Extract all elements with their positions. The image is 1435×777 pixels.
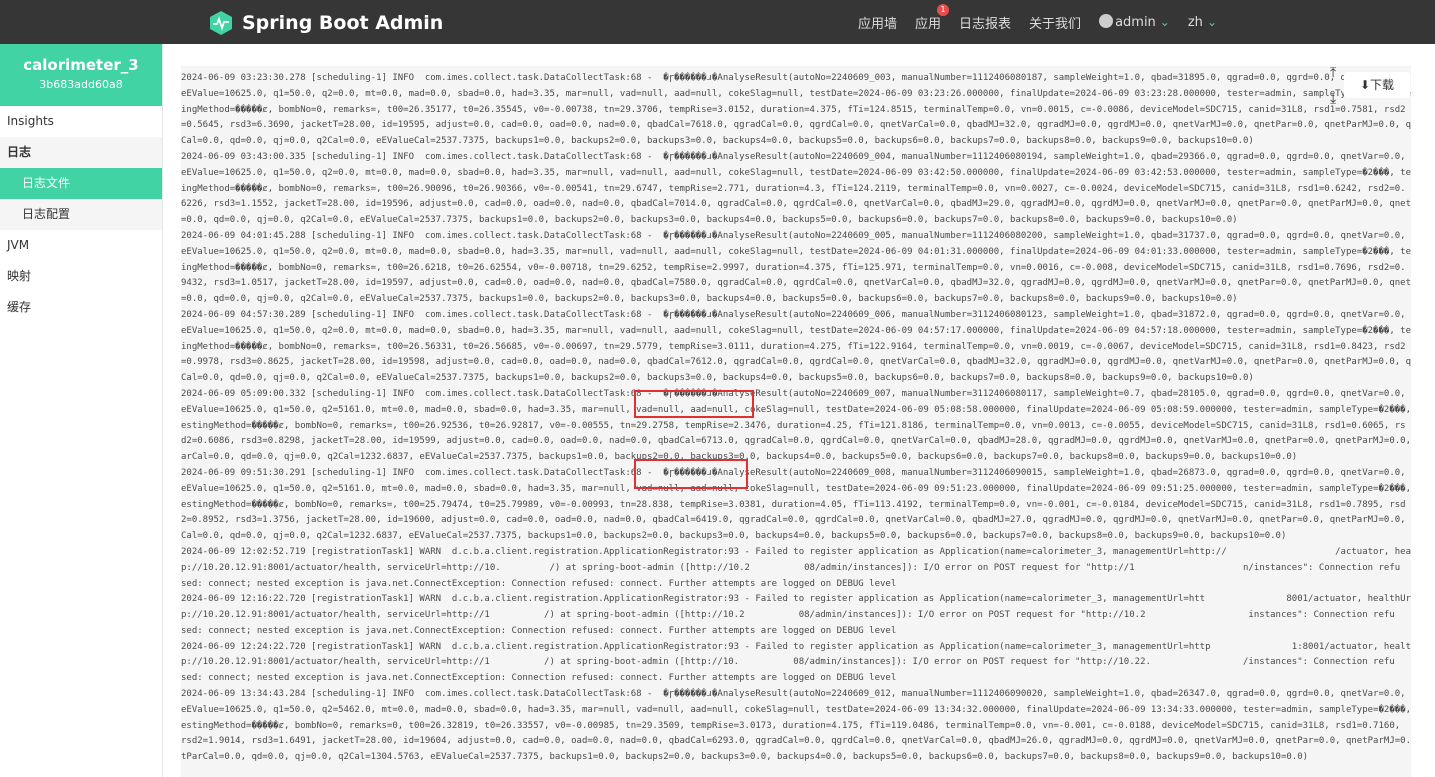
log-line: tParCal=0.0, qd=0.0, qj=0.0, q2Cal=1304.… [181, 752, 1309, 763]
user-name: admin [1115, 15, 1156, 30]
log-line: 2024-06-09 04:01:45.288 [scheduling-1] I… [181, 230, 1406, 241]
sidebar: calorimeter_3 3b683add60a8 Insights 日志 日… [0, 44, 163, 777]
log-line: 2024-06-09 05:09:00.332 [scheduling-1] I… [181, 388, 1406, 399]
log-line: eEValue=10625.0, q1=50.0, q2=5161.0, mt=… [181, 483, 1411, 494]
log-line: 2024-06-09 12:24:22.720 [registrationTas… [181, 641, 1411, 652]
scroll-to-bottom-icon[interactable]: ⤓ [1330, 90, 1336, 107]
log-line: eEValue=10625.0, q1=50.0, q2=0.0, mt=0.0… [181, 88, 1411, 99]
log-line: sed: connect; nested exception is java.n… [181, 625, 897, 636]
notification-badge: 1 [937, 3, 950, 16]
sidebar-item-insights[interactable]: Insights [0, 106, 162, 137]
log-line: 2024-06-09 12:16:22.720 [registrationTas… [181, 594, 1411, 605]
log-line: =0.0, qd=0.0, qj=0.0, q2Cal=0.0, eEValue… [181, 294, 1238, 305]
highlight-box [634, 459, 748, 489]
app-id: 3b683add60a8 [39, 78, 123, 91]
log-line: 9432, rsd3=1.0517, jacketT=28.00, id=195… [181, 278, 1411, 289]
log-line: 2024-06-09 04:57:30.289 [scheduling-1] I… [181, 309, 1406, 320]
chevron-down-icon: ⌄ [1206, 14, 1217, 29]
log-line: ingMethod=�����ȼ, bombNo=0, remarks=, t0… [181, 183, 1406, 194]
top-nav: 应用墙 应用 1 日志报表 关于我们 admin ⌄ zh ⌄ [840, 0, 1217, 44]
app-header: calorimeter_3 3b683add60a8 [0, 44, 162, 106]
log-line: arCal=0.0, qd=0.0, qj=0.0, q2Cal=1232.68… [181, 452, 1298, 463]
log-line: ingMethod=�����ȼ, bombNo=0, remarks=, t0… [181, 104, 1406, 115]
nav-log-report[interactable]: 日志报表 [959, 13, 1011, 32]
log-line: 2024-06-09 03:23:30.278 [scheduling-1] I… [181, 73, 1406, 83]
log-line: =0.5645, rsd3=6.3690, jacketT=28.00, id=… [181, 120, 1411, 131]
log-line: p://10.20.12.91:8001/actuator/health, se… [181, 562, 1401, 573]
app-name: calorimeter_3 [23, 56, 139, 74]
log-content: 2024-06-09 03:23:30.278 [scheduling-1] I… [181, 71, 1411, 766]
scroll-to-top-icon[interactable]: ⤒ [1330, 64, 1336, 81]
sidebar-item-mappings[interactable]: 映射 [0, 261, 162, 292]
log-line: d2=0.6086, rsd3=0.8298, jacketT=28.00, i… [181, 436, 1411, 447]
log-line: estingMethod=�����ȼ, bombNo=0, remarks=0… [181, 720, 1401, 731]
log-line: Cal=0.0, qd=0.0, qj=0.0, q2Cal=0.0, eEVa… [181, 373, 1254, 384]
highlight-box [634, 390, 754, 418]
log-line: Cal=0.0, qd=0.0, qj=0.0, q2Cal=1232.6837… [181, 531, 1287, 542]
download-label: 下载 [1370, 78, 1395, 92]
download-button[interactable]: ⬇下载 [1344, 72, 1410, 98]
sidebar-item-log-config[interactable]: 日志配置 [0, 199, 162, 230]
user-icon [1099, 14, 1114, 28]
log-line: estingMethod=�����ȼ, bombNo=0, remarks=,… [181, 420, 1406, 431]
log-line: eEValue=10625.0, q1=50.0, q2=5161.0, mt=… [181, 404, 1411, 415]
log-line: eEValue=10625.0, q1=50.0, q2=0.0, mt=0.0… [181, 167, 1411, 178]
log-line: 2024-06-09 12:02:52.719 [registrationTas… [181, 546, 1411, 557]
nav-applications[interactable]: 应用 1 [915, 3, 950, 32]
log-line: ingMethod=�����ȼ, bombNo=0, remarks=, t0… [181, 341, 1406, 352]
log-line: estingMethod=�����ȼ, bombNo=0, remarks=,… [181, 499, 1406, 510]
log-line: 2024-06-09 03:43:00.335 [scheduling-1] I… [181, 151, 1406, 162]
language-label: zh [1187, 14, 1203, 30]
sidebar-item-jvm[interactable]: JVM [0, 230, 162, 261]
log-line: 6226, rsd3=1.1552, jacketT=28.00, id=195… [181, 199, 1411, 210]
log-line: rsd2=1.9014, rsd3=1.6491, jacketT=28.00,… [181, 736, 1411, 747]
nav-applications-label: 应用 [915, 16, 942, 32]
log-line: Cal=0.0, qd=0.0, qj=0.0, q2Cal=0.0, eEVa… [181, 136, 1254, 147]
log-line: eEValue=10625.0, q1=50.0, q2=0.0, mt=0.0… [181, 325, 1411, 336]
log-line: =0.0, qd=0.0, qj=0.0, q2Cal=0.0, eEValue… [181, 215, 1238, 226]
download-icon: ⬇ [1359, 78, 1371, 92]
log-line: p://10.20.12.91:8001/actuator/health, se… [181, 610, 1395, 621]
log-line: p://10.20.12.91:8001/actuator/health, se… [181, 657, 1395, 668]
log-line: 2024-06-09 13:34:43.284 [scheduling-1] I… [181, 689, 1406, 700]
log-toolbar: ⤒ ⬇下载 ⤓ [1322, 60, 1412, 110]
sidebar-item-logging[interactable]: 日志 [0, 137, 162, 168]
nav-about-us[interactable]: 关于我们 [1029, 13, 1081, 32]
log-line: =0.9978, rsd3=0.8625, jacketT=28.00, id=… [181, 357, 1411, 368]
sidebar-item-logfile[interactable]: 日志文件 [0, 168, 162, 199]
log-line: sed: connect; nested exception is java.n… [181, 673, 897, 684]
brand[interactable]: Spring Boot Admin [208, 10, 443, 36]
chevron-down-icon: ⌄ [1159, 15, 1170, 29]
log-line: ingMethod=�����ȼ, bombNo=0, remarks=, t0… [181, 262, 1406, 273]
log-line: 2024-06-09 09:51:30.291 [scheduling-1] I… [181, 467, 1406, 478]
log-line: eEValue=10625.0, q1=50.0, q2=0.0, mt=0.0… [181, 246, 1411, 257]
nav-app-wall[interactable]: 应用墙 [858, 13, 897, 32]
user-menu[interactable]: admin ⌄ [1099, 14, 1170, 30]
log-line: sed: connect; nested exception is java.n… [181, 578, 897, 589]
sidebar-item-caches[interactable]: 缓存 [0, 292, 162, 323]
heartbeat-logo-icon [210, 11, 232, 35]
top-navbar: Spring Boot Admin 应用墙 应用 1 日志报表 关于我们 adm… [0, 0, 1435, 44]
log-line: eEValue=10625.0, q1=50.0, q2=5462.0, mt=… [181, 704, 1411, 715]
log-line: 2=0.8952, rsd3=1.3756, jacketT=28.00, id… [181, 515, 1411, 526]
brand-title: Spring Boot Admin [242, 12, 444, 34]
logfile-viewer[interactable]: 2024-06-09 03:23:30.278 [scheduling-1] I… [181, 66, 1411, 777]
language-menu[interactable]: zh ⌄ [1188, 15, 1217, 30]
